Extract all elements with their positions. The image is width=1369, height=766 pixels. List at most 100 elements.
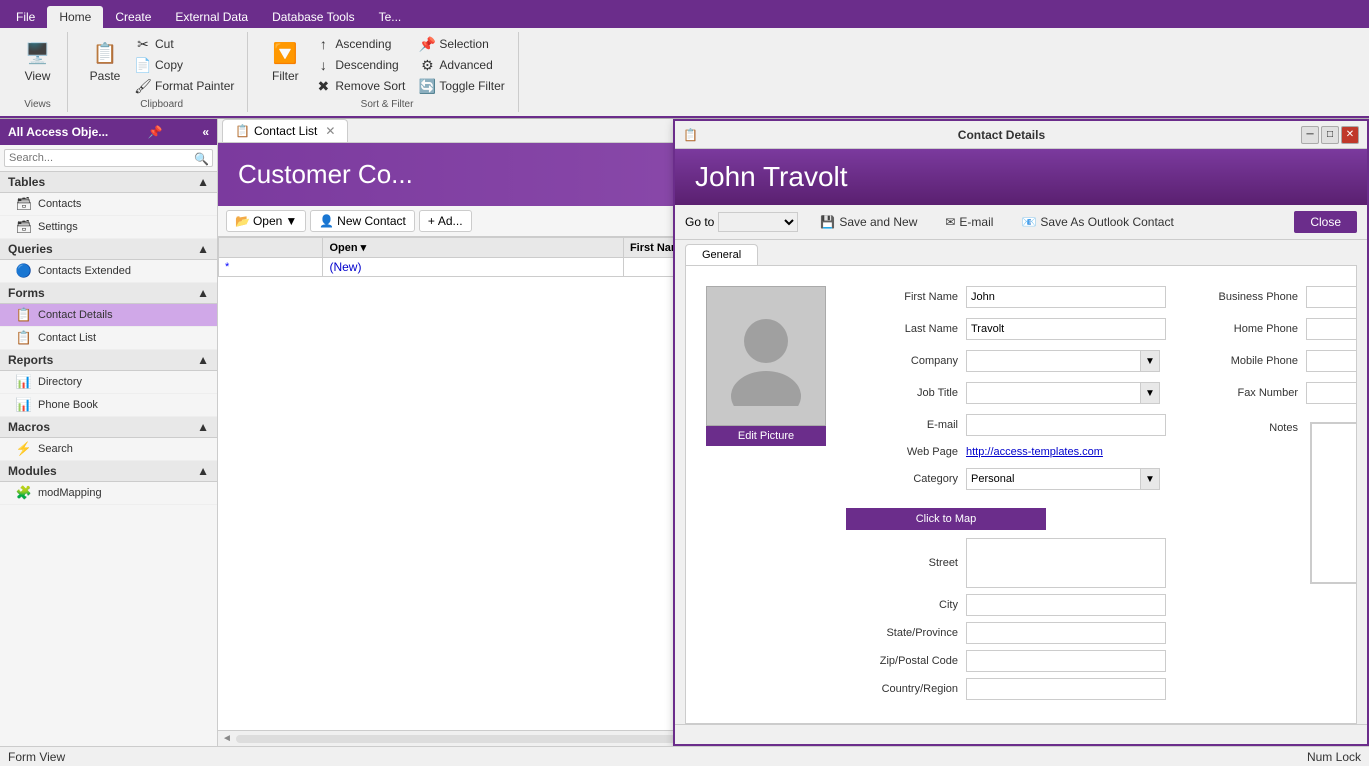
- ascending-icon: ↑: [315, 36, 331, 52]
- sidebar-item-phone-book[interactable]: 📊 Phone Book: [0, 394, 217, 417]
- minimize-button[interactable]: ─: [1301, 126, 1319, 144]
- company-input[interactable]: [966, 350, 1141, 372]
- mobile-phone-input[interactable]: [1306, 350, 1357, 372]
- street-input[interactable]: [966, 538, 1166, 588]
- sidebar-item-search[interactable]: ⚡ Search: [0, 438, 217, 461]
- first-name-input[interactable]: [966, 286, 1166, 308]
- sidebar-item-contacts-extended[interactable]: 🔵 Contacts Extended: [0, 260, 217, 283]
- advanced-button[interactable]: ⚙ Advanced: [414, 55, 509, 75]
- tables-header[interactable]: Tables ▲: [0, 172, 217, 193]
- sidebar-item-settings[interactable]: 🗃 Settings: [0, 216, 217, 239]
- tab-general[interactable]: General: [685, 244, 758, 265]
- job-title-dropdown-button[interactable]: ▼: [1141, 382, 1160, 404]
- category-input[interactable]: [966, 468, 1141, 490]
- tab-database-tools[interactable]: Database Tools: [260, 6, 367, 28]
- sidebar-item-contact-list[interactable]: 📋 Contact List: [0, 327, 217, 350]
- paste-button[interactable]: 📋 Paste: [84, 34, 126, 86]
- restore-button[interactable]: □: [1321, 126, 1339, 144]
- settings-icon: 🗃: [16, 219, 32, 235]
- save-as-outlook-button[interactable]: 📧 Save As Outlook Contact: [1015, 213, 1179, 231]
- modules-chevron-icon: ▲: [197, 464, 209, 478]
- ascending-button[interactable]: ↑ Ascending: [310, 34, 410, 54]
- sidebar-item-contact-details[interactable]: 📋 Contact Details: [0, 304, 217, 327]
- open-button[interactable]: 📂 Open ▼: [226, 210, 306, 232]
- city-row: City: [846, 594, 1166, 616]
- num-lock-label: Num Lock: [1307, 750, 1361, 764]
- sidebar-item-label: Phone Book: [38, 399, 98, 411]
- status-bar: Form View Num Lock: [0, 746, 1369, 766]
- contact-toolbar: Go to 💾 Save and New ✉ E-mail 📧: [675, 205, 1367, 240]
- web-page-link[interactable]: http://access-templates.com: [966, 446, 1103, 458]
- street-row: Street: [846, 538, 1166, 588]
- clipboard-small-btns: ✂ Cut 📄 Copy 🖌 Format Painter: [130, 34, 239, 96]
- photo-column: Edit Picture: [706, 286, 826, 706]
- sidebar-item-label: modMapping: [38, 487, 102, 499]
- tab-home[interactable]: Home: [47, 6, 103, 28]
- module-icon: 🧩: [16, 485, 32, 501]
- save-and-new-button[interactable]: 💾 Save and New: [814, 213, 923, 231]
- email-input[interactable]: [966, 414, 1166, 436]
- sort-filter-label: Sort & Filter: [361, 97, 414, 110]
- email-button[interactable]: ✉ E-mail: [939, 213, 999, 231]
- business-phone-input[interactable]: [1306, 286, 1357, 308]
- home-phone-input[interactable]: [1306, 318, 1357, 340]
- right-fields: Business Phone Home Phone Mobile Phone: [1186, 286, 1357, 706]
- filter-button[interactable]: 🔽 Filter: [264, 34, 306, 86]
- macros-header[interactable]: Macros ▲: [0, 417, 217, 438]
- sidebar-chevron-icon[interactable]: «: [202, 125, 209, 139]
- goto-select[interactable]: [718, 212, 798, 232]
- cut-button[interactable]: ✂ Cut: [130, 34, 239, 54]
- tab-close-icon[interactable]: ✕: [325, 124, 335, 138]
- tab-te[interactable]: Te...: [367, 6, 414, 28]
- company-dropdown-button[interactable]: ▼: [1141, 350, 1160, 372]
- last-name-input[interactable]: [966, 318, 1166, 340]
- tab-file[interactable]: File: [4, 6, 47, 28]
- sidebar-item-contacts[interactable]: 🗃 Contacts: [0, 193, 217, 216]
- notes-area: Notes ▲ ▼: [1186, 422, 1357, 584]
- selection-button[interactable]: 📌 Selection: [414, 34, 509, 54]
- modules-header[interactable]: Modules ▲: [0, 461, 217, 482]
- add-button[interactable]: + Ad...: [419, 210, 472, 232]
- tab-create[interactable]: Create: [103, 6, 163, 28]
- descending-button[interactable]: ↓ Descending: [310, 55, 410, 75]
- sidebar-item-modmapping[interactable]: 🧩 modMapping: [0, 482, 217, 505]
- job-title-input[interactable]: [966, 382, 1141, 404]
- last-name-row: Last Name: [846, 318, 1166, 340]
- edit-picture-button[interactable]: Edit Picture: [706, 426, 826, 446]
- fax-number-input[interactable]: [1306, 382, 1357, 404]
- save-new-label: Save and New: [839, 215, 917, 229]
- main-area: All Access Obje... 📌 « 🔍 Tables ▲ 🗃 Con: [0, 119, 1369, 746]
- new-contact-label: New Contact: [337, 214, 406, 228]
- fax-number-label: Fax Number: [1186, 387, 1306, 399]
- format-painter-button[interactable]: 🖌 Format Painter: [130, 76, 239, 96]
- remove-sort-button[interactable]: ✖ Remove Sort: [310, 76, 410, 96]
- descending-icon: ↓: [315, 57, 331, 73]
- tab-external-data[interactable]: External Data: [163, 6, 260, 28]
- new-contact-button[interactable]: 👤 New Contact: [310, 210, 415, 232]
- close-button[interactable]: Close: [1294, 211, 1357, 233]
- sidebar-item-label: Contact List: [38, 332, 96, 344]
- section-modules: Modules ▲ 🧩 modMapping: [0, 461, 217, 505]
- notes-input[interactable]: [1311, 423, 1357, 583]
- country-input[interactable]: [966, 678, 1166, 700]
- outlook-icon: 📧: [1021, 215, 1036, 229]
- forms-header[interactable]: Forms ▲: [0, 283, 217, 304]
- toggle-filter-button[interactable]: 🔄 Toggle Filter: [414, 76, 509, 96]
- copy-button[interactable]: 📄 Copy: [130, 55, 239, 75]
- row-open[interactable]: (New): [323, 258, 623, 277]
- sidebar-pin-icon[interactable]: 📌: [148, 125, 163, 139]
- city-input[interactable]: [966, 594, 1166, 616]
- last-name-label: Last Name: [846, 323, 966, 335]
- queries-header[interactable]: Queries ▲: [0, 239, 217, 260]
- view-button[interactable]: 🖥️ View: [17, 34, 59, 86]
- col-open[interactable]: Open ▾: [323, 238, 623, 258]
- category-dropdown-button[interactable]: ▼: [1141, 468, 1160, 490]
- zip-input[interactable]: [966, 650, 1166, 672]
- contact-list-tab[interactable]: 📋 Contact List ✕: [222, 119, 348, 142]
- search-input[interactable]: [4, 149, 213, 167]
- reports-header[interactable]: Reports ▲: [0, 350, 217, 371]
- state-input[interactable]: [966, 622, 1166, 644]
- sidebar-item-directory[interactable]: 📊 Directory: [0, 371, 217, 394]
- close-modal-button[interactable]: ✕: [1341, 126, 1359, 144]
- click-to-map-button[interactable]: Click to Map: [846, 508, 1046, 530]
